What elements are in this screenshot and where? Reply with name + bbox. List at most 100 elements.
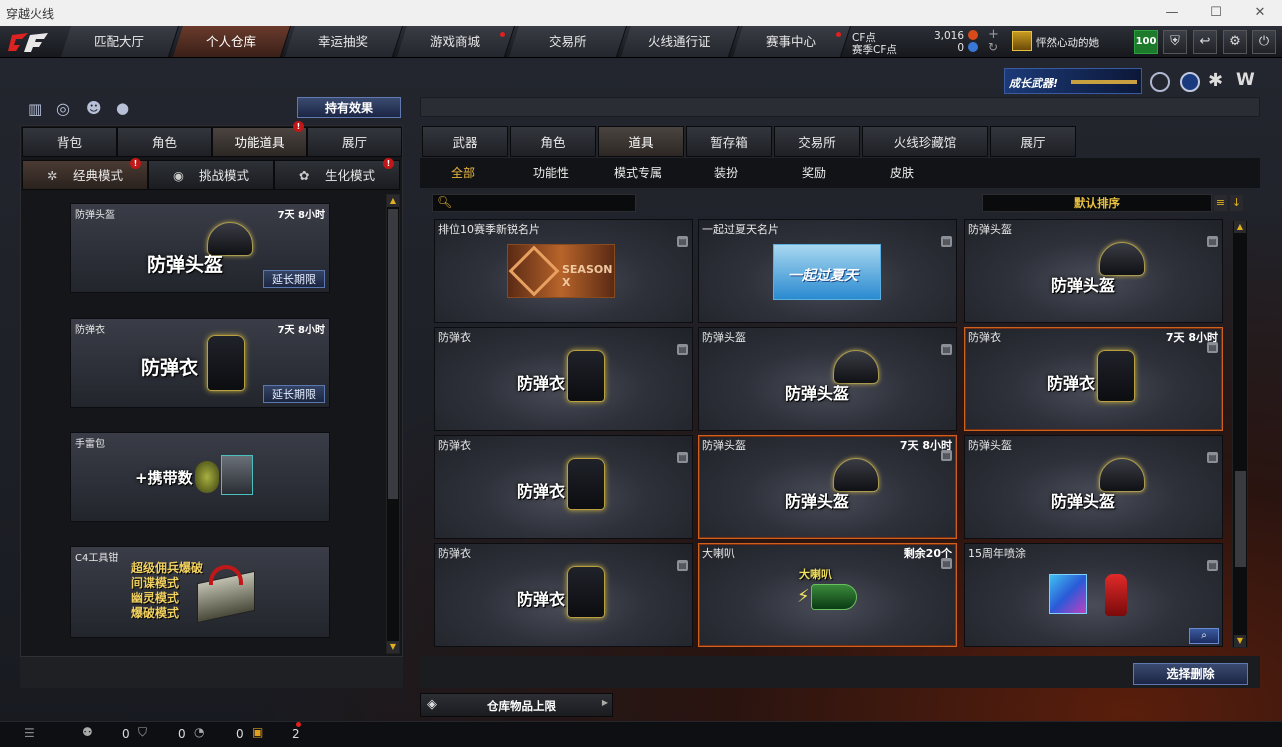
right-scrollbar[interactable]: ▲ ▼ [1232,220,1248,648]
lock-icon[interactable]: ▤ [677,452,688,463]
lock-icon[interactable]: ▤ [941,344,952,355]
globe-icon[interactable] [1180,72,1200,92]
mode-label: 挑战模式 [199,168,250,183]
subtab[interactable]: 装扮 [714,162,738,184]
scroll-down-icon[interactable]: ▼ [1234,635,1246,647]
mode-tab[interactable]: ✿ 生化模式 [274,160,400,190]
right-tab[interactable]: 火线珍藏馆 [862,126,988,157]
item-card[interactable]: 15周年喷涂 ▤ ⌕ [964,543,1223,647]
scroll-up-icon[interactable]: ▲ [387,195,399,207]
left-tab[interactable]: 角色 [117,127,212,157]
item-card[interactable]: 防弹衣 ▤ 防弹衣 [434,327,693,431]
list-view-icon[interactable]: ≡ [1214,195,1227,211]
clan-shield-icon[interactable]: ⛉ [138,725,147,740]
item-card[interactable]: 防弹衣 ▤ 防弹衣 [434,435,693,539]
chat-count: 0 [236,727,244,741]
lock-icon[interactable]: ▤ [941,558,952,569]
lock-icon[interactable]: ▤ [1207,342,1218,353]
left-tab[interactable]: 背包 [22,127,117,157]
scroll-up-icon[interactable]: ▲ [1234,221,1246,233]
gift-icon[interactable]: ▣ [252,725,263,739]
item-card[interactable]: 防弹衣 ▤ 防弹衣 [434,543,693,647]
badge-icon[interactable] [1150,72,1170,92]
subtab[interactable]: 奖励 [802,162,826,184]
w-logo-icon[interactable]: W [1236,70,1255,90]
scroll-thumb[interactable] [388,209,398,499]
shield-icon[interactable]: ⛨ [1163,30,1187,54]
nav-item[interactable]: 个人仓库 [172,26,292,57]
cf-logo[interactable] [6,29,58,55]
lock-icon[interactable]: ▤ [1207,452,1218,463]
left-scrollbar[interactable]: ▲ ▼ [386,194,400,654]
refresh-icon[interactable]: ↻ [988,40,998,54]
pot-icon[interactable]: ● [116,99,129,117]
item-card[interactable]: 一起过夏天名片 ▤ 一起过夏天 [698,219,957,323]
sort-order-icon[interactable]: ↓ [1230,195,1243,211]
inventory-card[interactable]: C4工具钳 超级佣兵爆破 间谍模式 幽灵模式 爆破模式 [70,546,330,638]
nav-item[interactable]: 游戏商城 [396,26,516,57]
nav-item[interactable]: 匹配大厅 [60,26,180,57]
item-card[interactable]: 防弹头盔 ▤ 防弹头盔 [964,219,1223,323]
item-card[interactable]: 大喇叭 剩余20个 ▤ 大喇叭 ⚡ [698,543,957,647]
lock-icon[interactable]: ▤ [1207,560,1218,571]
lock-icon[interactable]: ▤ [677,344,688,355]
left-footer [20,656,403,688]
subtab[interactable]: 全部 [451,162,475,184]
friends-icon[interactable]: ⚉ [82,725,93,739]
growth-weapon-banner[interactable]: 成长武器! [1004,68,1142,94]
right-tab[interactable]: 武器 [422,126,508,157]
sort-dropdown[interactable]: 默认排序 [982,194,1212,212]
lock-icon[interactable]: ▤ [677,236,688,247]
inventory-card[interactable]: 防弹衣 7天 8小时 防弹衣 延长期限 [70,318,330,408]
right-tab[interactable]: 道具 [598,126,684,157]
chat-icon[interactable]: ◔ [194,725,204,739]
return-icon[interactable]: ↩ [1193,30,1217,54]
minimize-icon[interactable]: — [1150,0,1194,26]
magnify-icon[interactable]: ⌕ [1189,628,1219,644]
stats-icon[interactable]: ▥ [28,100,42,118]
right-tab[interactable]: 暂存箱 [686,126,772,157]
close-icon[interactable]: ✕ [1238,0,1282,26]
search-input[interactable]: 🔍︎ [432,194,636,212]
inventory-card[interactable]: 防弹头盔 7天 8小时 防弹头盔 延长期限 [70,203,330,293]
left-tab[interactable]: 展厅 [307,127,402,157]
item-card[interactable]: 排位10赛季新锐名片 ▤ SEASON X [434,219,693,323]
window-titlebar: 穿越火线 — ☐ ✕ [0,0,1282,26]
scroll-down-icon[interactable]: ▼ [387,641,399,653]
left-tab[interactable]: 功能道具 [212,127,307,157]
right-tab[interactable]: 角色 [510,126,596,157]
scroll-thumb[interactable] [1235,471,1246,567]
extend-button[interactable]: 延长期限 [263,270,325,288]
right-tab[interactable]: 展厅 [990,126,1076,157]
subtab[interactable]: 功能性 [533,162,569,184]
nav-item[interactable]: 交易所 [508,26,628,57]
subtab[interactable]: 皮肤 [890,162,914,184]
maximize-icon[interactable]: ☐ [1194,0,1238,26]
effects-button[interactable]: 持有效果 [297,97,401,118]
nav-item[interactable]: 火线通行证 [620,26,740,57]
wrench-icon[interactable]: ✱ [1208,70,1223,91]
lock-icon[interactable]: ▤ [941,236,952,247]
user-box[interactable]: 怦然心动的她 [1010,30,1130,54]
lock-icon[interactable]: ▤ [1207,236,1218,247]
gear-icon[interactable]: ⚙ [1223,30,1247,54]
lock-icon[interactable]: ▤ [677,560,688,571]
right-tab[interactable]: 交易所 [774,126,860,157]
subtab[interactable]: 模式专属 [614,162,662,184]
select-delete-button[interactable]: 选择删除 [1133,663,1248,685]
item-card[interactable]: 防弹头盔 ▤ 防弹头盔 [964,435,1223,539]
person-icon[interactable]: ☻ [86,99,102,117]
item-card[interactable]: 防弹头盔 7天 8小时 ▤ 防弹头盔 [698,435,957,539]
lock-icon[interactable]: ▤ [941,450,952,461]
power-icon[interactable]: ⏻ [1252,30,1276,54]
menu-list-icon[interactable]: ☰ [24,726,35,740]
extend-button[interactable]: 延长期限 [263,385,325,403]
mode-tab[interactable]: ◉ 挑战模式 [148,160,274,190]
capacity-bar[interactable]: ◈ 仓库物品上限 ▶ [420,693,613,717]
cycle-icon[interactable]: ◎ [56,99,70,118]
nav-item[interactable]: 幸运抽奖 [284,26,404,57]
item-card[interactable]: 防弹头盔 ▤ 防弹头盔 [698,327,957,431]
inventory-card[interactable]: 手雷包 +携带数 [70,432,330,522]
item-card[interactable]: 防弹衣 7天 8小时 ▤ 防弹衣 [964,327,1223,431]
nav-item[interactable]: 赛事中心 [732,26,852,57]
